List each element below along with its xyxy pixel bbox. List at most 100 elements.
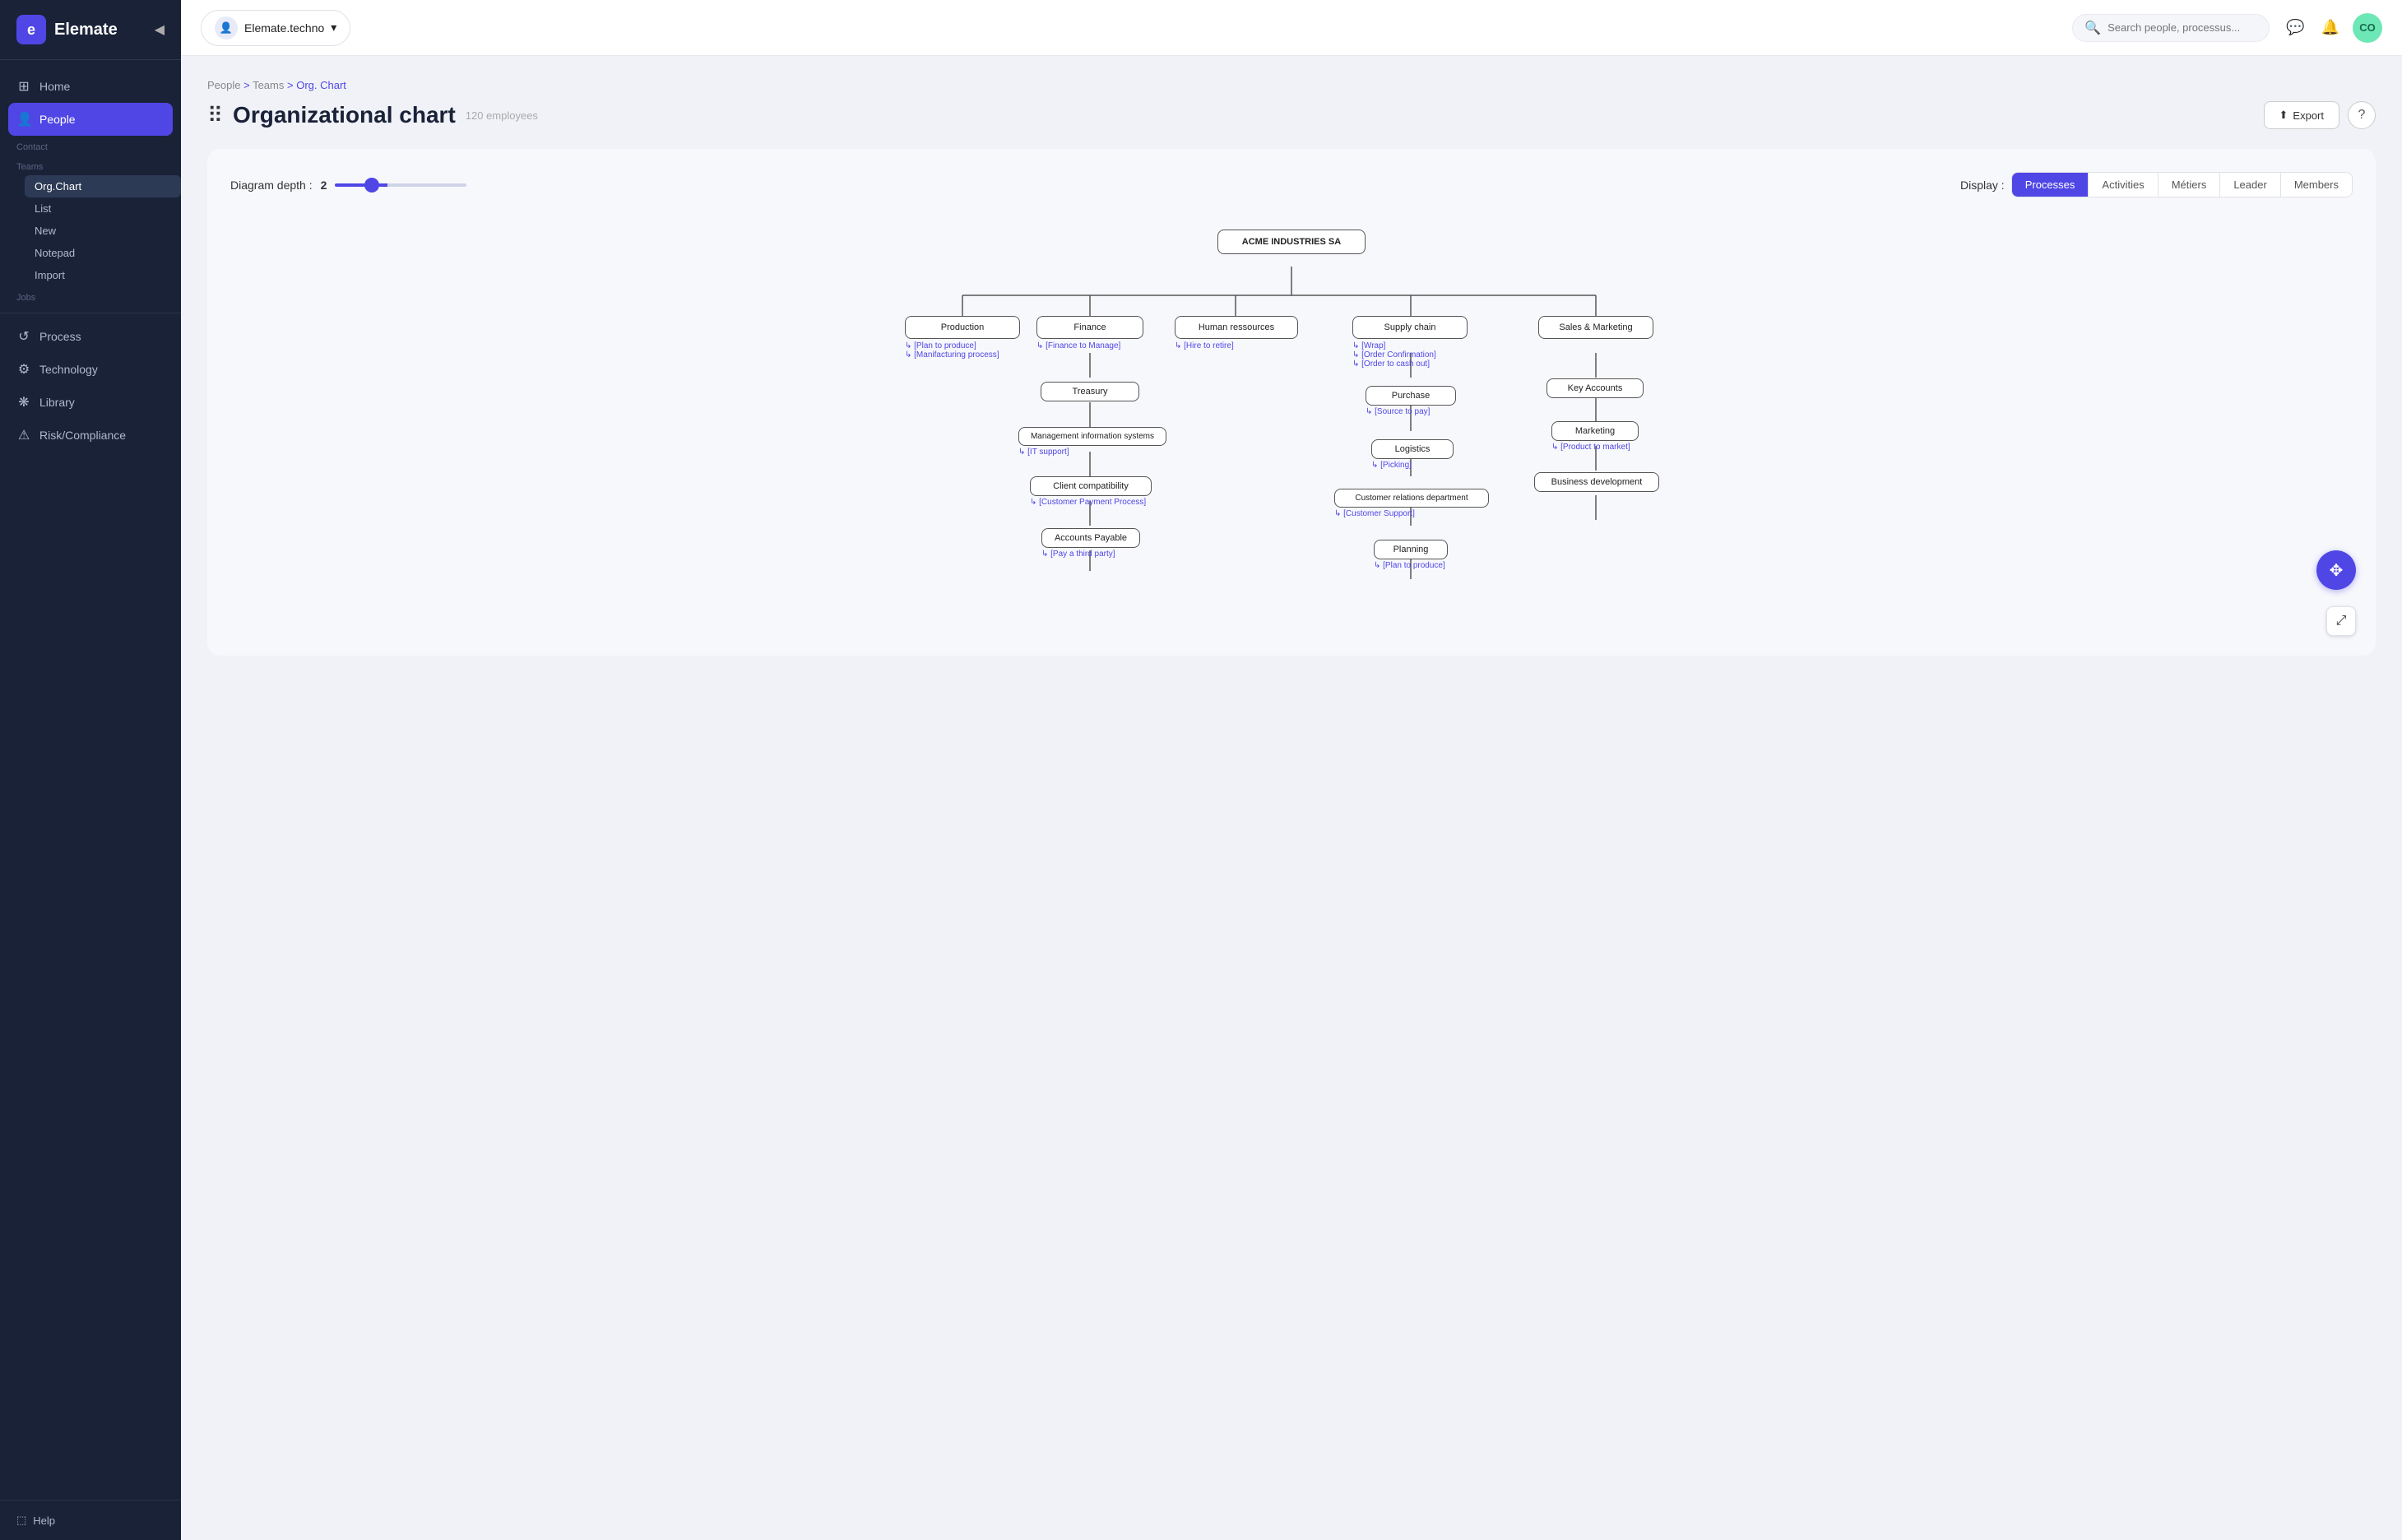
app-name: Elemate [54, 21, 118, 39]
node-biz-dev: Business development [1534, 472, 1659, 495]
dept-hr: Human ressources ↳ [Hire to retire] [1175, 316, 1298, 357]
risk-icon: ⚠ [16, 427, 31, 443]
dept-production: Production ↳ [Plan to produce] ↳ [Manifa… [905, 316, 1020, 382]
depth-label: Diagram depth : [230, 179, 313, 192]
sidebar-item-library[interactable]: ❋ Library [0, 386, 181, 419]
sidebar-section-teams: Teams [0, 155, 181, 175]
workspace-name: Elemate.techno [244, 21, 324, 35]
move-button[interactable]: ✥ [2316, 550, 2356, 590]
expand-icon: ⤢ [2336, 614, 2347, 629]
sidebar-item-process[interactable]: ↺ Process [0, 320, 181, 353]
page-header: ⠿ Organizational chart 120 employees ⬆ E… [207, 101, 2376, 129]
page-title: Organizational chart [233, 102, 456, 128]
sidebar-label-people: People [39, 113, 76, 126]
sidebar-sub-new[interactable]: New [25, 220, 181, 242]
depth-control: Diagram depth : 2 [230, 179, 466, 192]
main-area: 👤 Elemate.techno ▾ 🔍 💬 🔔 CO People > Tea… [181, 0, 2402, 1540]
display-btn-activities[interactable]: Activities [2089, 173, 2158, 197]
logo-icon: e [16, 15, 46, 44]
display-btn-members[interactable]: Members [2281, 173, 2352, 197]
technology-icon: ⚙ [16, 361, 31, 378]
display-controls: Display : Processes Activities Métiers L… [1960, 172, 2353, 197]
help-label: Help [33, 1514, 55, 1527]
node-mis: Management information systems ↳ [IT sup… [1018, 427, 1166, 463]
topbar-icons: 💬 🔔 CO [2283, 13, 2382, 43]
search-icon: 🔍 [2084, 20, 2101, 36]
chat-icon-button[interactable]: 💬 [2283, 16, 2307, 39]
sidebar-logo: e Elemate ◀ [0, 0, 181, 60]
sidebar-label-home: Home [39, 80, 70, 93]
workspace-chevron-icon: ▾ [331, 21, 336, 35]
workspace-icon: 👤 [215, 16, 238, 39]
display-btn-metiers[interactable]: Métiers [2159, 173, 2221, 197]
help-button[interactable]: ⬚ Help [16, 1514, 165, 1527]
node-client-compat: Client compatibility ↳ [Customer Payment… [1030, 476, 1152, 513]
display-button-group: Processes Activities Métiers Leader Memb… [2011, 172, 2353, 197]
sidebar-footer: ⬚ Help [0, 1500, 181, 1540]
help-circle-button[interactable]: ? [2348, 101, 2376, 129]
workspace-selector[interactable]: 👤 Elemate.techno ▾ [201, 10, 350, 46]
page-title-row: ⠿ Organizational chart 120 employees [207, 102, 538, 128]
depth-value: 2 [321, 179, 327, 192]
sidebar-item-people[interactable]: 👤 People [8, 103, 173, 136]
sidebar-item-risk[interactable]: ⚠ Risk/Compliance [0, 419, 181, 452]
sidebar-item-home[interactable]: ⊞ Home [0, 70, 181, 103]
sidebar-section-contact: Contact [0, 136, 181, 155]
node-accounts-payable: Accounts Payable ↳ [Pay a third party] [1041, 528, 1140, 564]
node-marketing: Marketing ↳ [Product to market] [1551, 421, 1639, 457]
chart-controls: Diagram depth : 2 Display : Processes Ac… [230, 172, 2353, 197]
sidebar-sub-import[interactable]: Import [25, 264, 181, 286]
node-purchase: Purchase ↳ [Source to pay] [1366, 386, 1456, 422]
breadcrumb-teams[interactable]: Teams [253, 79, 284, 91]
dept-sales: Sales & Marketing [1538, 316, 1653, 341]
process-icon: ↺ [16, 328, 31, 345]
sidebar-label-technology: Technology [39, 363, 98, 376]
search-input[interactable] [2108, 21, 2257, 34]
topbar: 👤 Elemate.techno ▾ 🔍 💬 🔔 CO [181, 0, 2402, 56]
library-icon: ❋ [16, 394, 31, 411]
node-planning: Planning ↳ [Plan to produce] [1374, 540, 1448, 576]
org-diagram: ACME INDUSTRIES SA Production ↳ [Plan to… [230, 217, 2353, 633]
sidebar-section-jobs: Jobs [0, 286, 181, 306]
page-subtitle: 120 employees [466, 109, 538, 122]
people-icon: 👤 [16, 111, 31, 128]
page-actions: ⬆ Export ? [2264, 101, 2376, 129]
node-key-accounts: Key Accounts [1546, 378, 1644, 401]
sidebar: e Elemate ◀ ⊞ Home 👤 People Contact Team… [0, 0, 181, 1540]
breadcrumb-people[interactable]: People [207, 79, 240, 91]
notification-icon-button[interactable]: 🔔 [2318, 16, 2343, 39]
sidebar-collapse-button[interactable]: ◀ [155, 21, 165, 38]
user-avatar[interactable]: CO [2353, 13, 2382, 43]
org-chart-svg: ACME INDUSTRIES SA Production ↳ [Plan to… [230, 217, 2353, 629]
search-bar[interactable]: 🔍 [2072, 14, 2270, 42]
expand-button[interactable]: ⤢ [2326, 606, 2356, 636]
dept-supply: Supply chain ↳ [Wrap] ↳ [Order Confirmat… [1352, 316, 1468, 382]
display-btn-processes[interactable]: Processes [2012, 173, 2089, 197]
display-btn-leader[interactable]: Leader [2220, 173, 2280, 197]
help-icon: ⬚ [16, 1514, 26, 1527]
sidebar-sub-org-chart[interactable]: Org.Chart [25, 175, 181, 197]
export-button[interactable]: ⬆ Export [2264, 101, 2339, 129]
content-area: People > Teams > Org. Chart ⠿ Organizati… [181, 56, 2402, 1540]
export-label: Export [2293, 109, 2324, 122]
chart-card: Diagram depth : 2 Display : Processes Ac… [207, 149, 2376, 656]
sidebar-label-library: Library [39, 396, 75, 409]
sidebar-nav: ⊞ Home 👤 People Contact Teams Org.Chart … [0, 60, 181, 1500]
org-chart-title-icon: ⠿ [207, 103, 223, 128]
display-label: Display : [1960, 179, 2005, 192]
dept-finance: Finance ↳ [Finance to Manage] [1036, 316, 1143, 352]
sidebar-sub-list[interactable]: List [25, 197, 181, 220]
export-icon: ⬆ [2279, 109, 2288, 122]
node-logistics: Logistics ↳ [Picking] [1371, 439, 1454, 475]
sidebar-sub-notepad[interactable]: Notepad [25, 242, 181, 264]
breadcrumb: People > Teams > Org. Chart [207, 79, 2376, 91]
root-node: ACME INDUSTRIES SA [1217, 230, 1366, 266]
move-icon: ✥ [2330, 560, 2344, 581]
node-treasury: Treasury [1041, 382, 1139, 406]
home-icon: ⊞ [16, 78, 31, 95]
depth-slider[interactable] [335, 183, 466, 187]
sidebar-item-technology[interactable]: ⚙ Technology [0, 353, 181, 386]
sidebar-label-risk: Risk/Compliance [39, 429, 126, 442]
breadcrumb-org-chart: Org. Chart [296, 79, 346, 91]
node-customer-relations: Customer relations department ↳ [Custome… [1334, 489, 1489, 525]
